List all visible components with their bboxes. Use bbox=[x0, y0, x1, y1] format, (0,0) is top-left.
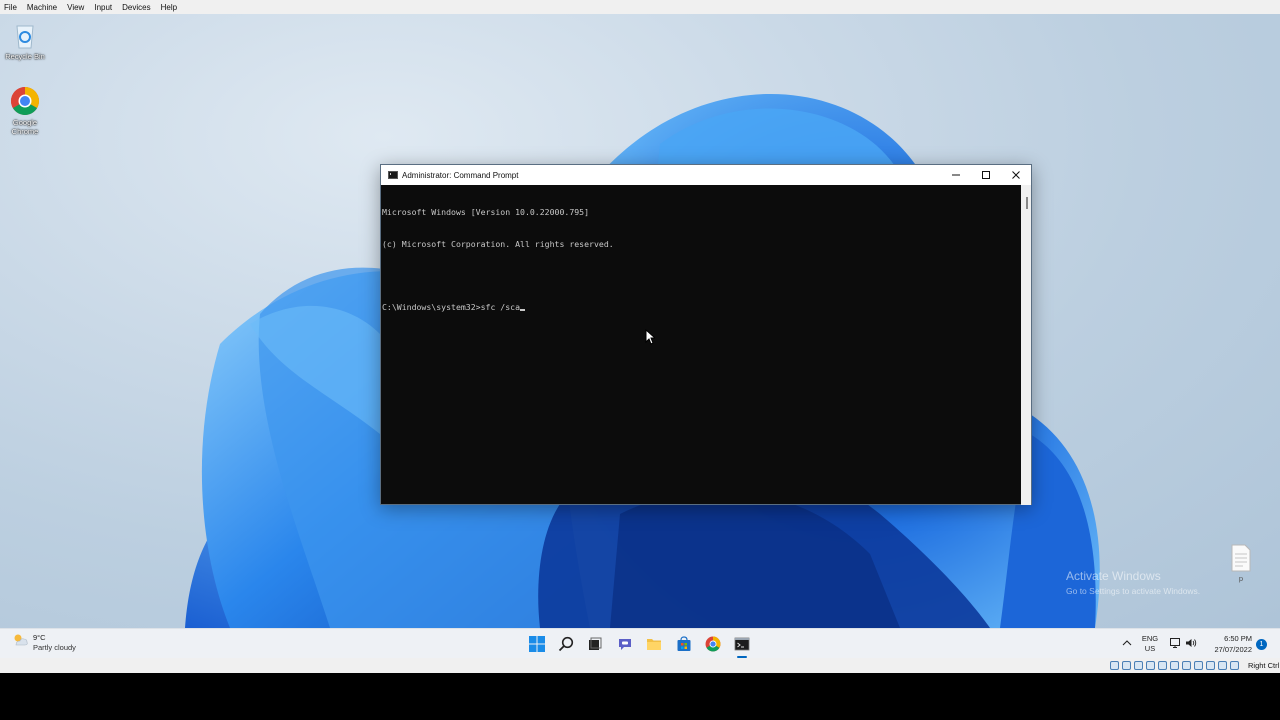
task-view-icon bbox=[589, 637, 602, 650]
terminal-icon bbox=[734, 637, 750, 651]
text-cursor bbox=[520, 308, 526, 311]
minimize-icon bbox=[952, 174, 960, 176]
command-prompt-taskbar-button[interactable] bbox=[733, 635, 751, 653]
language-indicator[interactable]: ENG US bbox=[1140, 634, 1160, 654]
usb-icon[interactable] bbox=[1158, 661, 1167, 670]
chevron-up-icon[interactable] bbox=[1121, 637, 1133, 649]
window-title: Administrator: Command Prompt bbox=[402, 170, 519, 180]
console-command: C:\Windows\system32>sfc /sca bbox=[382, 301, 521, 312]
store-button[interactable] bbox=[675, 635, 693, 653]
start-button[interactable] bbox=[528, 635, 546, 653]
menu-machine[interactable]: Machine bbox=[27, 3, 57, 12]
language-code: ENG bbox=[1141, 634, 1159, 643]
clock-date: 27/07/2022 bbox=[1214, 645, 1252, 654]
text-file-icon bbox=[1231, 544, 1251, 572]
menu-devices[interactable]: Devices bbox=[122, 3, 150, 12]
keyboard-layout: US bbox=[1144, 644, 1156, 653]
maximize-button[interactable] bbox=[971, 165, 1001, 185]
optical-drive-icon[interactable] bbox=[1122, 661, 1131, 670]
taskbar: 9°C Partly cloudy ENG US 6:50 PM 27/07/2… bbox=[0, 628, 1280, 658]
cpu-icon[interactable] bbox=[1206, 661, 1215, 670]
vertical-scrollbar[interactable] bbox=[1021, 185, 1031, 505]
close-icon bbox=[1012, 171, 1020, 179]
network-icon[interactable] bbox=[1169, 637, 1181, 649]
watermark-subtitle: Go to Settings to activate Windows. bbox=[1066, 586, 1201, 596]
shared-folder-icon[interactable] bbox=[1170, 661, 1179, 670]
desktop-icon-recycle-bin[interactable]: Recycle Bin bbox=[0, 22, 50, 61]
watermark-title: Activate Windows bbox=[1066, 569, 1161, 583]
chat-icon bbox=[619, 639, 631, 650]
maximize-icon bbox=[982, 171, 990, 179]
chat-button[interactable] bbox=[616, 635, 634, 653]
weather-temp: 9°C bbox=[33, 633, 46, 642]
close-button[interactable] bbox=[1001, 165, 1031, 185]
desktop-icon-label: p bbox=[1238, 574, 1244, 583]
mouse-pointer-icon bbox=[645, 329, 655, 345]
menu-input[interactable]: Input bbox=[94, 3, 112, 12]
chrome-icon bbox=[11, 87, 39, 115]
scrollbar-thumb[interactable] bbox=[1026, 197, 1028, 209]
weather-widget[interactable]: 9°C Partly cloudy bbox=[12, 633, 76, 653]
minimize-button[interactable] bbox=[941, 165, 971, 185]
vbox-device-icons bbox=[1110, 661, 1242, 670]
chrome-taskbar-button[interactable] bbox=[704, 635, 722, 653]
clock[interactable]: 6:50 PM 27/07/2022 bbox=[1200, 633, 1252, 655]
file-explorer-button[interactable] bbox=[645, 635, 663, 653]
hard-disk-icon[interactable] bbox=[1110, 661, 1119, 670]
console-line: Microsoft Windows [Version 10.0.22000.79… bbox=[382, 207, 590, 217]
console-prompt-line[interactable]: C:\Windows\system32>sfc /sca bbox=[382, 302, 1020, 313]
console-output[interactable]: Microsoft Windows [Version 10.0.22000.79… bbox=[381, 185, 1021, 505]
desktop-icon-label: Google Chrome bbox=[11, 118, 39, 136]
recycle-bin-icon bbox=[16, 25, 34, 49]
desktop-icon-google-chrome[interactable]: Google Chrome bbox=[0, 86, 50, 136]
menu-help[interactable]: Help bbox=[161, 3, 177, 12]
chrome-icon bbox=[705, 636, 721, 652]
cmd-app-icon bbox=[388, 171, 398, 179]
notification-badge[interactable]: 1 bbox=[1256, 639, 1267, 650]
store-icon bbox=[677, 636, 691, 651]
window-titlebar[interactable]: Administrator: Command Prompt bbox=[381, 165, 1031, 185]
desktop-icon-text-file[interactable]: p bbox=[1216, 544, 1266, 583]
recording-icon[interactable] bbox=[1194, 661, 1203, 670]
partly-cloudy-icon bbox=[14, 634, 28, 646]
volume-icon[interactable] bbox=[1185, 637, 1197, 649]
vbox-menu-bar: File Machine View Input Devices Help bbox=[0, 0, 1280, 14]
menu-view[interactable]: View bbox=[67, 3, 84, 12]
start-icon bbox=[529, 636, 545, 652]
search-button[interactable] bbox=[557, 635, 575, 653]
host-key-label: Right Ctrl bbox=[1248, 661, 1280, 670]
keyboard-icon[interactable] bbox=[1230, 661, 1239, 670]
vbox-status-bar: Right Ctrl bbox=[0, 658, 1280, 673]
task-view-button[interactable] bbox=[586, 635, 604, 653]
file-explorer-icon bbox=[647, 639, 661, 650]
audio-icon[interactable] bbox=[1134, 661, 1143, 670]
display-icon[interactable] bbox=[1182, 661, 1191, 670]
command-prompt-window[interactable]: Administrator: Command Prompt Microsoft … bbox=[380, 164, 1032, 505]
menu-file[interactable]: File bbox=[4, 3, 17, 12]
console-line: (c) Microsoft Corporation. All rights re… bbox=[382, 238, 614, 249]
desktop-icon-label: Recycle Bin bbox=[5, 52, 45, 61]
activation-watermark: Activate Windows Go to Settings to activ… bbox=[1066, 569, 1200, 596]
network-adapter-icon[interactable] bbox=[1146, 661, 1155, 670]
clock-time: 6:50 PM bbox=[1224, 634, 1252, 643]
search-icon bbox=[558, 636, 574, 652]
weather-condition: Partly cloudy bbox=[33, 643, 76, 652]
mouse-integration-icon[interactable] bbox=[1218, 661, 1227, 670]
